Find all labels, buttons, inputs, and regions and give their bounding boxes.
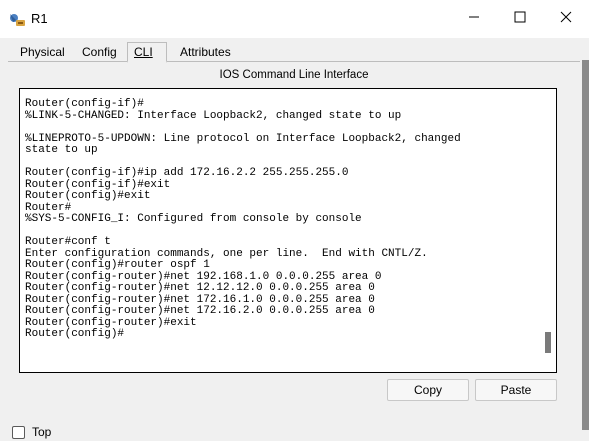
cli-terminal[interactable]: Router(config-if)# %LINK-5-CHANGED: Inte… — [19, 88, 557, 373]
tab-cli[interactable]: CLI — [134, 44, 153, 60]
top-checkbox-label: Top — [32, 425, 52, 439]
router-cli-window: R1 Physical Config CLI Attributes IOS Co… — [0, 0, 589, 441]
title-bar: R1 — [0, 0, 589, 38]
router-app-icon — [8, 11, 26, 29]
tab-config[interactable]: Config — [82, 44, 117, 60]
top-checkbox[interactable] — [12, 426, 25, 439]
maximize-button[interactable] — [497, 0, 543, 38]
minimize-icon — [468, 10, 480, 28]
close-button[interactable] — [543, 0, 589, 38]
close-icon — [560, 10, 572, 28]
panel-heading: IOS Command Line Interface — [219, 69, 369, 81]
minimize-button[interactable] — [451, 0, 497, 38]
window-scrollbar[interactable] — [582, 60, 589, 430]
window-title: R1 — [31, 11, 48, 26]
copy-button[interactable]: Copy — [387, 379, 469, 401]
terminal-output[interactable]: Router(config-if)# %LINK-5-CHANGED: Inte… — [25, 98, 533, 341]
tab-cli-label: CLI — [134, 45, 153, 59]
tab-bar: Physical Config CLI Attributes — [8, 42, 580, 63]
maximize-icon — [514, 10, 526, 28]
tab-attributes[interactable]: Attributes — [180, 44, 231, 60]
paste-button[interactable]: Paste — [475, 379, 557, 401]
tab-physical[interactable]: Physical — [20, 44, 65, 60]
terminal-scrollbar-thumb[interactable] — [545, 332, 551, 353]
